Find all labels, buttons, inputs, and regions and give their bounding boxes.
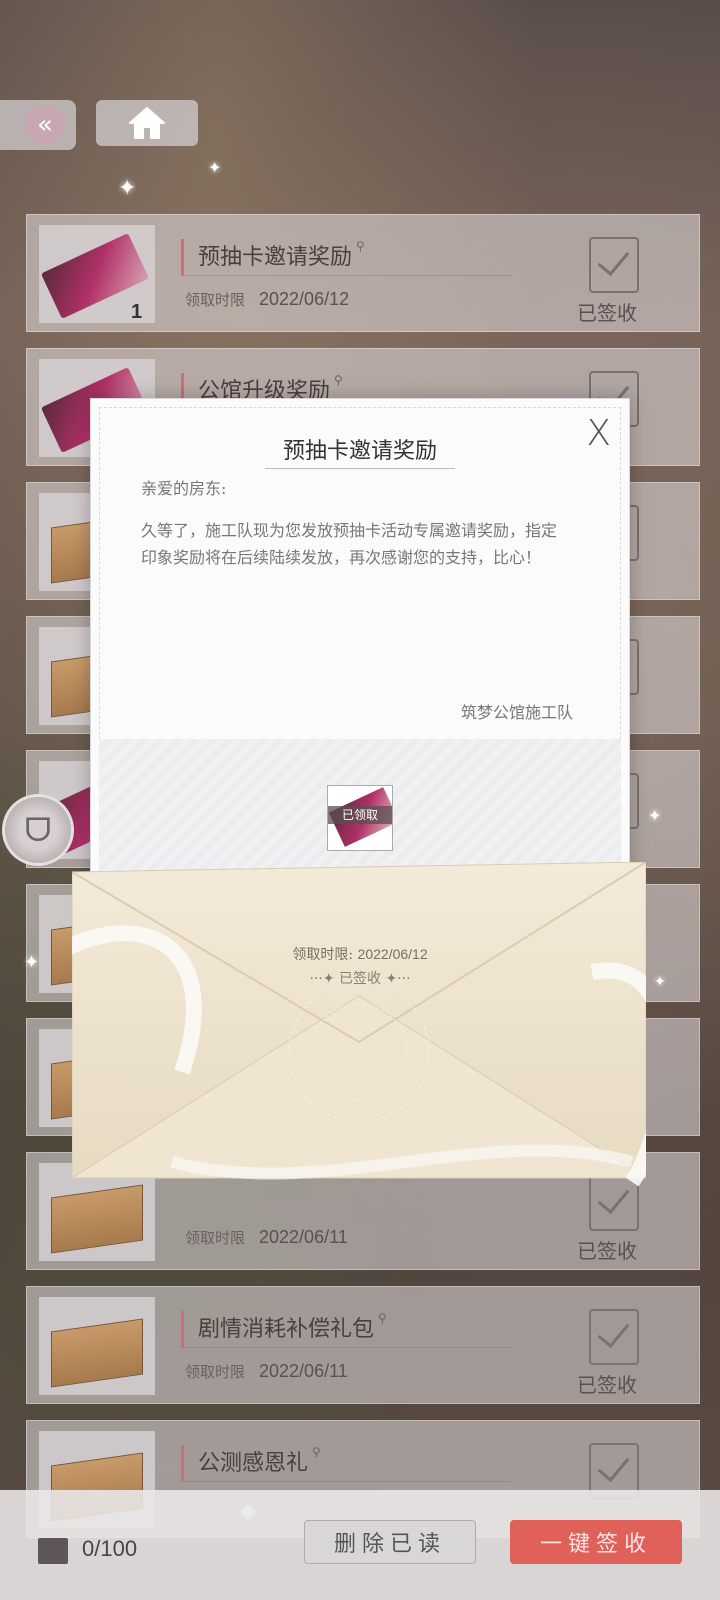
mail-title: 预抽卡邀请奖励: [198, 245, 353, 270]
back-button[interactable]: «: [0, 100, 76, 150]
letter-modal: 预抽卡邀请奖励 X 亲爱的房东: 久等了，施工队现为您发放预抽卡活动专属邀请奖励…: [90, 398, 630, 938]
signed-status: 已签收: [577, 1239, 637, 1263]
signed-status: 已签收: [577, 301, 637, 325]
home-icon: [129, 107, 165, 139]
magnifier-icon[interactable]: ⚲: [334, 373, 343, 387]
magnifier-icon[interactable]: ⚲: [312, 1445, 321, 1459]
item-count: 1: [131, 301, 143, 323]
mail-item[interactable]: 剧情消耗补偿礼包 ⚲ 领取时限 2022/06/11 已签收: [26, 1286, 700, 1404]
mail-deadline: 领取时限 2022/06/11: [185, 1361, 348, 1382]
mail-title: 公测感恩礼: [198, 1451, 309, 1476]
deadline-label: 领取时限: [185, 1363, 246, 1381]
deadline-label: 领取时限: [185, 291, 246, 309]
mail-title: 剧情消耗补偿礼包: [198, 1317, 375, 1342]
envelope-deadline-label: 领取时限:: [292, 947, 354, 963]
mail-item[interactable]: 1 预抽卡邀请奖励 ⚲ 领取时限 2022/06/12 已签收: [26, 214, 700, 332]
sparkle-icon: ✦: [118, 176, 137, 201]
reward-item[interactable]: 已领取: [327, 785, 393, 851]
back-arrow-icon: «: [25, 105, 65, 145]
sparkle-icon: ✦: [208, 158, 222, 177]
deadline-date: 2022/06/12: [259, 289, 350, 309]
signed-checkbox-icon: [589, 1309, 639, 1365]
signed-checkbox-icon: [589, 237, 639, 293]
deadline-date: 2022/06/11: [259, 1227, 348, 1247]
sparkle-icon: ✦: [24, 952, 40, 973]
delete-read-button[interactable]: 删除已读: [304, 1520, 476, 1564]
mailbox-count: 0/100: [82, 1536, 138, 1561]
letter-body: 久等了，施工队现为您发放预抽卡活动专属邀请奖励，指定印象奖励将在后续陆续发放，再…: [141, 521, 558, 567]
envelope-deadline: 领取时限: 2022/06/12: [0, 944, 720, 964]
mail-title-bar: 公测感恩礼 ⚲: [181, 1445, 511, 1482]
magnifier-icon[interactable]: ⚲: [356, 239, 365, 253]
signed-status: 已签收: [577, 1373, 637, 1397]
mail-deadline: 领取时限 2022/06/11: [185, 1227, 348, 1248]
letter-salutation: 亲爱的房东:: [141, 479, 227, 498]
reward-claimed-label: 已领取: [328, 806, 392, 824]
close-button[interactable]: X: [586, 413, 611, 454]
magnifier-icon[interactable]: ⚲: [378, 1311, 387, 1325]
mail-title-bar: 预抽卡邀请奖励 ⚲: [181, 239, 511, 276]
home-button[interactable]: [96, 100, 198, 146]
envelope-signed-status: ···✦ 已签收 ✦···: [309, 971, 411, 987]
letter-title-text: 预抽卡邀请奖励: [264, 439, 455, 469]
mailbox-icon: [38, 1538, 68, 1564]
letter-signature: 筑梦公馆施工队: [460, 703, 573, 722]
sign-all-button[interactable]: 一键签收: [510, 1520, 682, 1564]
mail-thumbnail: [39, 1297, 155, 1395]
sparkle-icon: ✦: [654, 974, 666, 990]
deadline-date: 2022/06/11: [259, 1361, 348, 1381]
letter-title: 预抽卡邀请奖励: [91, 433, 629, 469]
sparkle-icon: ✦: [648, 806, 662, 825]
grin-face-icon[interactable]: ᗜ: [2, 794, 74, 866]
mail-title-bar: 剧情消耗补偿礼包 ⚲: [181, 1311, 511, 1348]
deadline-label: 领取时限: [185, 1229, 246, 1247]
envelope: [72, 862, 646, 1187]
box-icon: [51, 1318, 143, 1388]
envelope-deadline-date: 2022/06/12: [357, 946, 428, 962]
mail-deadline: 领取时限 2022/06/12: [185, 289, 349, 310]
